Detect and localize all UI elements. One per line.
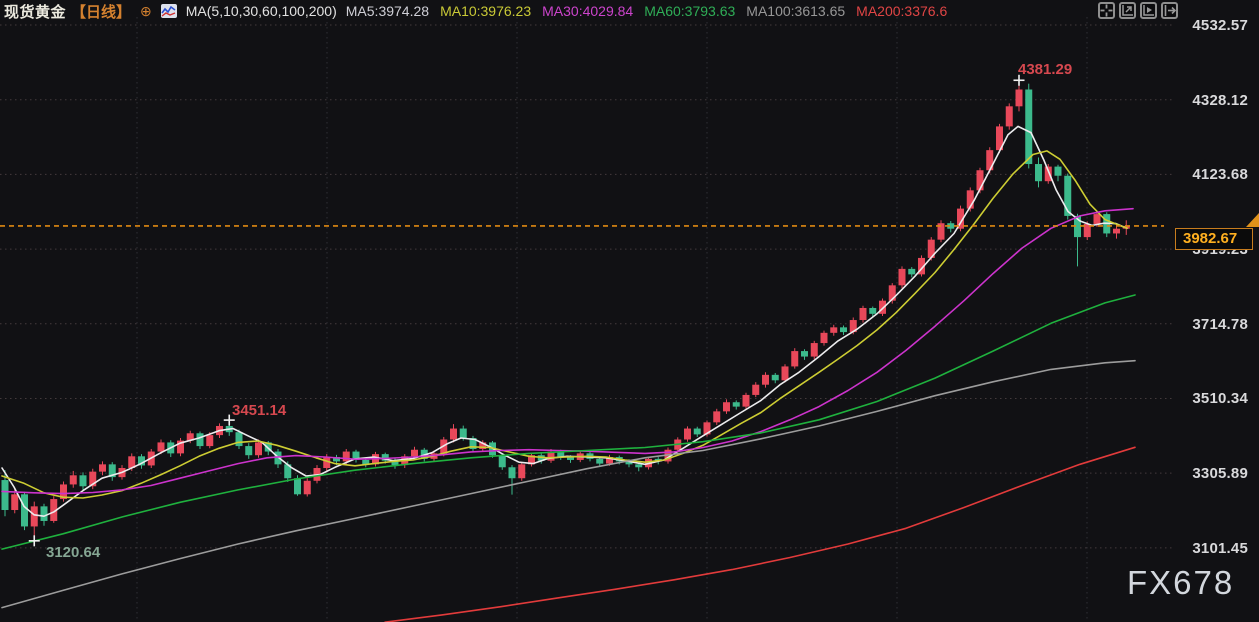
candle-up (791, 351, 798, 366)
exit-fullscreen-icon[interactable] (1161, 2, 1178, 19)
timeframe-selector[interactable]: 【日线】 (71, 1, 131, 22)
candle-down (1055, 167, 1062, 176)
chart-axes-arrow-icon[interactable] (1119, 2, 1136, 19)
ma-indicator-icon[interactable] (161, 4, 177, 18)
candle-down (772, 375, 779, 380)
candle-up (782, 366, 789, 380)
candle-up (860, 308, 867, 320)
candle-up (11, 494, 18, 510)
candle-up (343, 452, 350, 462)
chart-toolbar (1098, 2, 1178, 19)
peak-price-label: 4381.29 (1018, 61, 1072, 78)
candle-up (304, 481, 311, 495)
axis-tick-label: 4532.57 (1172, 17, 1248, 34)
candle-down (460, 429, 467, 438)
candle-up (811, 343, 818, 357)
candle-up (752, 385, 759, 395)
candle-down (694, 429, 701, 435)
candle-down (733, 402, 740, 406)
ma-legend-item: MA5:3974.28 (346, 3, 429, 19)
candle-up (450, 429, 457, 440)
candle-up (684, 429, 691, 440)
candle-down (1025, 90, 1032, 165)
candle-down (80, 475, 87, 486)
candle-up (743, 395, 750, 407)
axis-tick-label: 3101.45 (1172, 540, 1248, 557)
candle-up (1094, 214, 1101, 224)
chart-header: 现货黄金 【日线】 ⊕ MA(5,10,30,60,100,200) MA5:3… (4, 1, 947, 21)
candle-down (245, 446, 252, 455)
axis-tick-label: 4123.68 (1172, 166, 1248, 183)
candle-up (518, 464, 525, 478)
candle-down (41, 506, 48, 521)
candle-down (1035, 164, 1042, 181)
candle-down (2, 480, 9, 510)
pan-crosshair-icon[interactable] (1098, 2, 1115, 19)
candle-up (723, 402, 730, 411)
ma-parameters-label: MA(5,10,30,60,100,200) (186, 3, 337, 19)
candle-up (158, 442, 165, 451)
symbol-name: 现货黄金 (4, 1, 66, 22)
candle-up (206, 435, 213, 446)
candle-down (908, 269, 915, 274)
add-indicator-icon[interactable]: ⊕ (140, 4, 152, 18)
current-price-arrow-icon (1246, 213, 1259, 227)
candle-up (99, 464, 106, 471)
current-price-badge: 3982.67 (1175, 228, 1253, 250)
candle-down (801, 351, 808, 356)
candle-up (899, 269, 906, 285)
candle-down (509, 467, 516, 478)
candle-up (762, 375, 769, 385)
axis-tick-label: 3510.34 (1172, 390, 1248, 407)
candle-up (1113, 229, 1120, 234)
ma-legend-item: MA60:3793.63 (644, 3, 735, 19)
candle-up (713, 411, 720, 422)
candlestick-plot-area[interactable] (0, 0, 1259, 622)
candle-up (411, 450, 418, 457)
candle-down (635, 464, 642, 467)
chart-play-icon[interactable] (1140, 2, 1157, 19)
axis-tick-label: 4328.12 (1172, 92, 1248, 109)
fx678-watermark: FX678 (1127, 564, 1234, 602)
candle-down (840, 327, 847, 332)
candle-down (236, 432, 243, 446)
ma-legend: MA5:3974.28 MA10:3976.23 MA30:4029.84 MA60:… (346, 3, 947, 19)
ma-line-ma100 (2, 361, 1135, 608)
gold-candlestick-chart-window: 现货黄金 【日线】 ⊕ MA(5,10,30,60,100,200) MA5:3… (0, 0, 1259, 622)
ma-legend-item: MA200:3376.6 (856, 3, 947, 19)
low-price-label: 3120.64 (46, 544, 100, 561)
ma-legend-item: MA100:3613.65 (746, 3, 845, 19)
candle-down (869, 308, 876, 314)
candle-down (21, 494, 28, 526)
candle-up (70, 475, 77, 484)
local-high-label: 3451.14 (232, 402, 286, 419)
candle-up (31, 506, 38, 526)
ma-legend-item: MA30:4029.84 (542, 3, 633, 19)
candle-down (499, 455, 506, 467)
ma-legend-item: MA10:3976.23 (440, 3, 531, 19)
candle-down (197, 433, 204, 446)
candle-down (596, 459, 603, 464)
candle-down (294, 478, 301, 494)
candle-up (821, 333, 828, 343)
candle-up (255, 442, 262, 455)
candle-up (1016, 90, 1023, 107)
ma-line-ma60 (2, 295, 1135, 549)
axis-tick-label: 3714.78 (1172, 316, 1248, 333)
axis-tick-label: 3305.89 (1172, 465, 1248, 482)
candle-up (1006, 106, 1013, 126)
candle-up (830, 327, 837, 332)
